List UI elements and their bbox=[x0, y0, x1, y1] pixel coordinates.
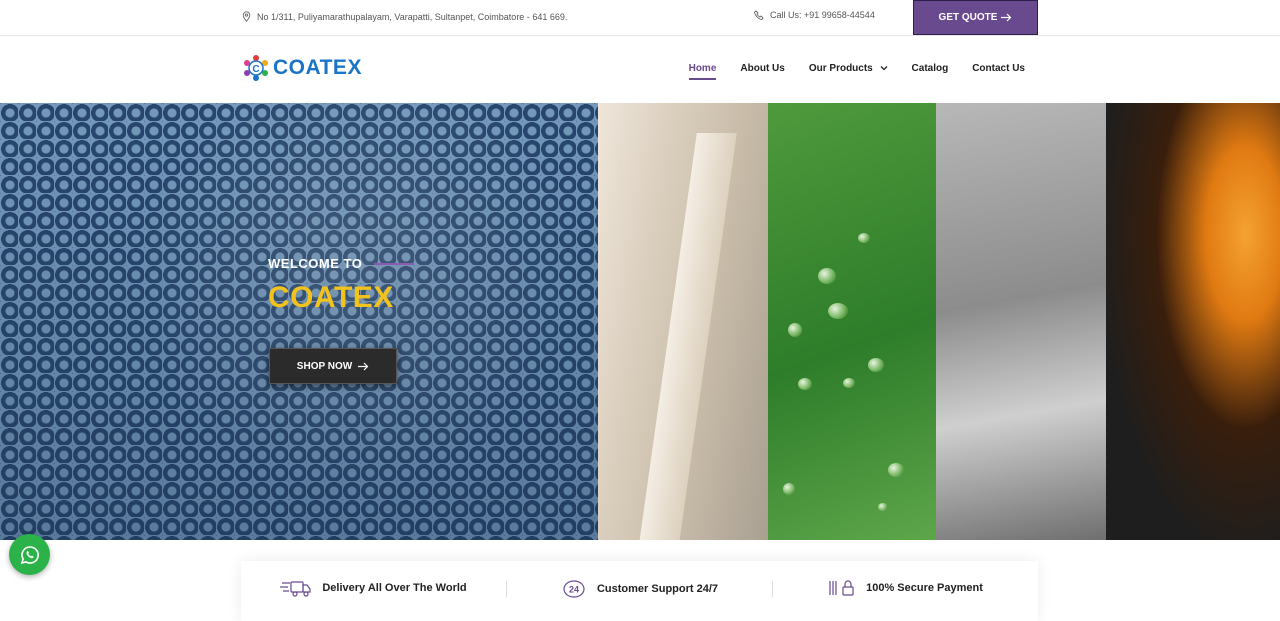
support-24-icon: 24 bbox=[563, 580, 585, 598]
phone[interactable]: Call Us: +91 99658-44544 bbox=[754, 10, 875, 20]
get-quote-button[interactable]: GET QUOTE bbox=[913, 0, 1038, 35]
nav-menu: Home About Us Our Products Catalog Conta… bbox=[688, 63, 1025, 80]
location-pin-icon bbox=[242, 11, 251, 22]
top-bar: No 1/311, Puliyamarathupalayam, Varapatt… bbox=[0, 0, 1280, 36]
delivery-truck-icon bbox=[280, 581, 311, 597]
chevron-down-icon bbox=[880, 66, 887, 71]
hero-text: WELCOME TO COATEX bbox=[268, 256, 415, 315]
main-nav: C COATEX Home About Us Our Products Cata… bbox=[0, 36, 1280, 103]
arrow-right-icon bbox=[358, 362, 369, 370]
get-quote-label: GET QUOTE bbox=[938, 12, 998, 23]
logo[interactable]: C COATEX bbox=[242, 54, 362, 82]
nav-item-contact-us[interactable]: Contact Us bbox=[972, 63, 1025, 74]
hero-image-felt-fabric bbox=[936, 103, 1106, 540]
whatsapp-button[interactable] bbox=[9, 534, 50, 575]
hero-image-waterproof-fabric bbox=[768, 103, 936, 540]
feature-secure-payment-label: 100% Secure Payment bbox=[866, 582, 983, 594]
arrow-right-icon bbox=[1001, 13, 1012, 22]
logo-mark-icon: C bbox=[244, 55, 268, 81]
hero-image-canvas-fabric bbox=[598, 103, 768, 540]
nav-item-about-us[interactable]: About Us bbox=[740, 63, 784, 74]
hero-image-mesh-fabric bbox=[0, 103, 598, 540]
logo-text: COATEX bbox=[273, 56, 362, 79]
secure-payment-icon bbox=[829, 580, 854, 596]
feature-delivery-label: Delivery All Over The World bbox=[322, 582, 467, 594]
hero-welcome-text: WELCOME TO bbox=[268, 256, 363, 271]
feature-delivery: Delivery All Over The World bbox=[241, 579, 506, 597]
nav-item-home[interactable]: Home bbox=[688, 63, 716, 80]
nav-item-catalog[interactable]: Catalog bbox=[912, 63, 949, 74]
feature-support: 24 Customer Support 24/7 bbox=[507, 579, 772, 599]
whatsapp-icon bbox=[20, 545, 39, 564]
hero-welcome-divider bbox=[374, 262, 415, 265]
hero-image-fire-retardant-fabric bbox=[1106, 103, 1280, 540]
svg-text:C: C bbox=[252, 64, 259, 75]
feature-support-label: Customer Support 24/7 bbox=[596, 583, 719, 595]
features-bar: Delivery All Over The World 24 Customer … bbox=[241, 561, 1038, 621]
svg-text:24: 24 bbox=[569, 585, 579, 595]
shop-now-button[interactable]: SHOP NOW bbox=[269, 348, 397, 384]
nav-item-our-products[interactable]: Our Products bbox=[809, 63, 888, 74]
hero-brand: COATEX bbox=[268, 281, 394, 314]
nav-item-our-products-label: Our Products bbox=[808, 63, 873, 74]
address: No 1/311, Puliyamarathupalayam, Varapatt… bbox=[242, 11, 567, 22]
address-text: No 1/311, Puliyamarathupalayam, Varapatt… bbox=[257, 11, 568, 22]
phone-icon bbox=[754, 10, 764, 20]
hero-banner: WELCOME TO COATEX SHOP NOW bbox=[0, 103, 1280, 540]
feature-secure-payment: 100% Secure Payment bbox=[773, 579, 1038, 597]
shop-now-label: SHOP NOW bbox=[296, 360, 353, 372]
hero-welcome: WELCOME TO bbox=[268, 256, 415, 271]
phone-text: Call Us: +91 99658-44544 bbox=[770, 10, 875, 20]
